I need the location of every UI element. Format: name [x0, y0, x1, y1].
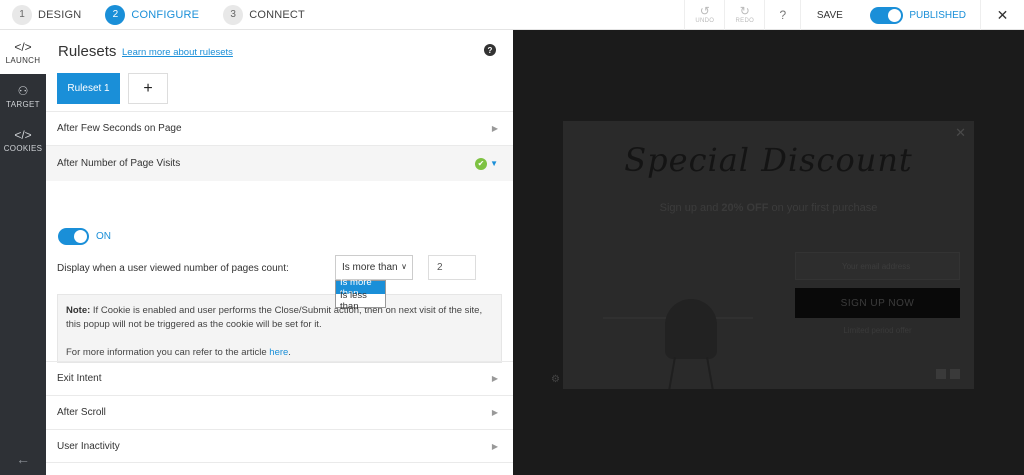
undo-icon: ↺ — [699, 4, 710, 18]
rule-label: Exit Intent — [57, 373, 102, 384]
nav-label: LAUNCH — [5, 55, 41, 65]
nav-label: TARGET — [6, 99, 40, 109]
rule-user-inactivity[interactable]: User Inactivity ▶ — [46, 429, 513, 463]
facebook-icon[interactable] — [950, 369, 960, 379]
chair-leg — [706, 357, 714, 389]
help-icon[interactable]: ? — [484, 44, 496, 56]
sub-post: on your first purchase — [768, 202, 878, 214]
user-icon: ⚇ — [17, 83, 29, 98]
help-button[interactable]: ? — [764, 0, 800, 30]
rule-label: After Number of Page Visits — [57, 158, 181, 169]
step-number: 2 — [105, 4, 126, 25]
redo-icon: ↻ — [739, 4, 750, 18]
step-number: 1 — [12, 4, 32, 25]
check-icon: ✔ — [475, 157, 487, 170]
chevron-right-icon: ▶ — [491, 124, 498, 133]
topbar-actions: ↺ UNDO ↻ REDO ? SAVE PUBLISHED ✕ — [684, 0, 1024, 30]
note-end: . — [288, 347, 291, 358]
note-text: Note: If Cookie is enabled and user perf… — [66, 304, 493, 332]
page-count-input[interactable]: 2 — [428, 255, 476, 280]
rulesets-panel: Rulesets Learn more about rulesets ? Rul… — [46, 30, 513, 475]
add-ruleset-button[interactable]: + — [128, 73, 168, 104]
learn-more-link[interactable]: Learn more about rulesets — [122, 47, 233, 58]
nav-label: COOKIES — [3, 143, 43, 153]
signup-button[interactable]: SIGN UP NOW — [795, 288, 960, 318]
chevron-down-icon: ▼ — [490, 159, 498, 168]
ruleset-tabs: Ruleset 1 + — [57, 73, 168, 104]
rule-page-visits[interactable]: After Number of Page Visits ✔ ▼ — [46, 145, 513, 181]
condition-dropdown: Is more than Is less than — [335, 277, 386, 312]
limited-offer-text: Limited period offer — [843, 326, 912, 335]
back-arrow-icon[interactable]: ← — [0, 451, 46, 467]
chair-leg — [668, 357, 676, 389]
left-nav: </> LAUNCH ⚇ TARGET </> COOKIES ← — [0, 30, 46, 475]
popup-title: Special Discount — [624, 141, 913, 179]
rule-after-scroll[interactable]: After Scroll ▶ — [46, 395, 513, 429]
instagram-icon[interactable] — [936, 369, 946, 379]
undo-button[interactable]: ↺ UNDO — [684, 0, 724, 30]
note-more-text: For more information you can refer to th… — [66, 347, 270, 358]
chevron-right-icon: ▶ — [491, 441, 498, 451]
page-title: Rulesets — [58, 43, 117, 60]
display-condition-label: Display when a user viewed number of pag… — [57, 263, 289, 274]
note-body: If Cookie is enabled and user performs t… — [66, 305, 483, 330]
step-label: DESIGN — [38, 8, 82, 21]
email-field[interactable]: Your email address — [795, 252, 960, 280]
note-more: For more information you can refer to th… — [66, 346, 493, 360]
code-icon: </> — [14, 127, 32, 142]
sub-pre: Sign up and — [659, 202, 722, 214]
rule-label: After Few Seconds on Page — [57, 123, 182, 134]
note-box: Note: If Cookie is enabled and user perf… — [57, 294, 502, 363]
close-icon[interactable]: ✕ — [980, 0, 1024, 30]
published-toggle[interactable]: PUBLISHED — [858, 0, 980, 30]
top-bar: 1 DESIGN 2 CONFIGURE 3 CONNECT ↺ UNDO ↻ … — [0, 0, 1024, 30]
popup-card: ✕ Special Discount Sign up and 20% OFF o… — [563, 121, 974, 389]
undo-label: UNDO — [695, 18, 715, 24]
sub-bold: 20% OFF — [721, 202, 769, 214]
chevron-down-icon: ∨ — [401, 262, 407, 271]
step-connect[interactable]: 3 CONNECT — [223, 4, 305, 25]
step-label: CONFIGURE — [131, 8, 200, 21]
popup-close-icon[interactable]: ✕ — [955, 125, 966, 141]
nav-target[interactable]: ⚇ TARGET — [0, 74, 46, 118]
step-configure[interactable]: 2 CONFIGURE — [105, 4, 200, 25]
popup-subtitle: Sign up and 20% OFF on your first purcha… — [563, 202, 974, 214]
rule-few-seconds[interactable]: After Few Seconds on Page ▶ — [46, 111, 513, 145]
redo-label: REDO — [735, 18, 755, 24]
redo-button[interactable]: ↻ REDO — [724, 0, 764, 30]
rule-toggle-row: ON — [58, 228, 111, 245]
step-design[interactable]: 1 DESIGN — [12, 4, 82, 25]
nav-launch[interactable]: </> LAUNCH — [0, 30, 46, 74]
nav-cookies[interactable]: </> COOKIES — [0, 118, 46, 162]
step-label: CONNECT — [249, 8, 305, 21]
chair-image — [665, 299, 717, 359]
rule-label: User Inactivity — [57, 440, 120, 452]
code-icon: </> — [14, 39, 32, 54]
step-number: 3 — [223, 4, 244, 25]
save-button[interactable]: SAVE — [800, 0, 858, 30]
panel-header: Rulesets Learn more about rulesets ? — [46, 30, 513, 70]
dropdown-option[interactable]: Is less than — [336, 290, 385, 312]
chevron-right-icon: ▶ — [491, 408, 498, 417]
published-label: PUBLISHED — [909, 9, 966, 21]
toggle-switch[interactable] — [58, 228, 89, 245]
article-link[interactable]: here — [269, 347, 288, 358]
gear-icon[interactable]: ⚙ — [551, 374, 560, 385]
ruleset-tab[interactable]: Ruleset 1 — [57, 73, 120, 104]
rule-exit-intent[interactable]: Exit Intent ▶ — [46, 361, 513, 395]
note-bold: Note: — [66, 305, 91, 316]
toggle-label: ON — [96, 231, 111, 242]
popup-preview: ✕ Special Discount Sign up and 20% OFF o… — [513, 30, 1024, 475]
social-icons — [932, 369, 960, 379]
chevron-right-icon: ▶ — [491, 374, 498, 383]
rule-label: After Scroll — [57, 407, 106, 418]
select-value: Is more than — [342, 262, 398, 273]
toggle-switch[interactable] — [870, 6, 904, 24]
